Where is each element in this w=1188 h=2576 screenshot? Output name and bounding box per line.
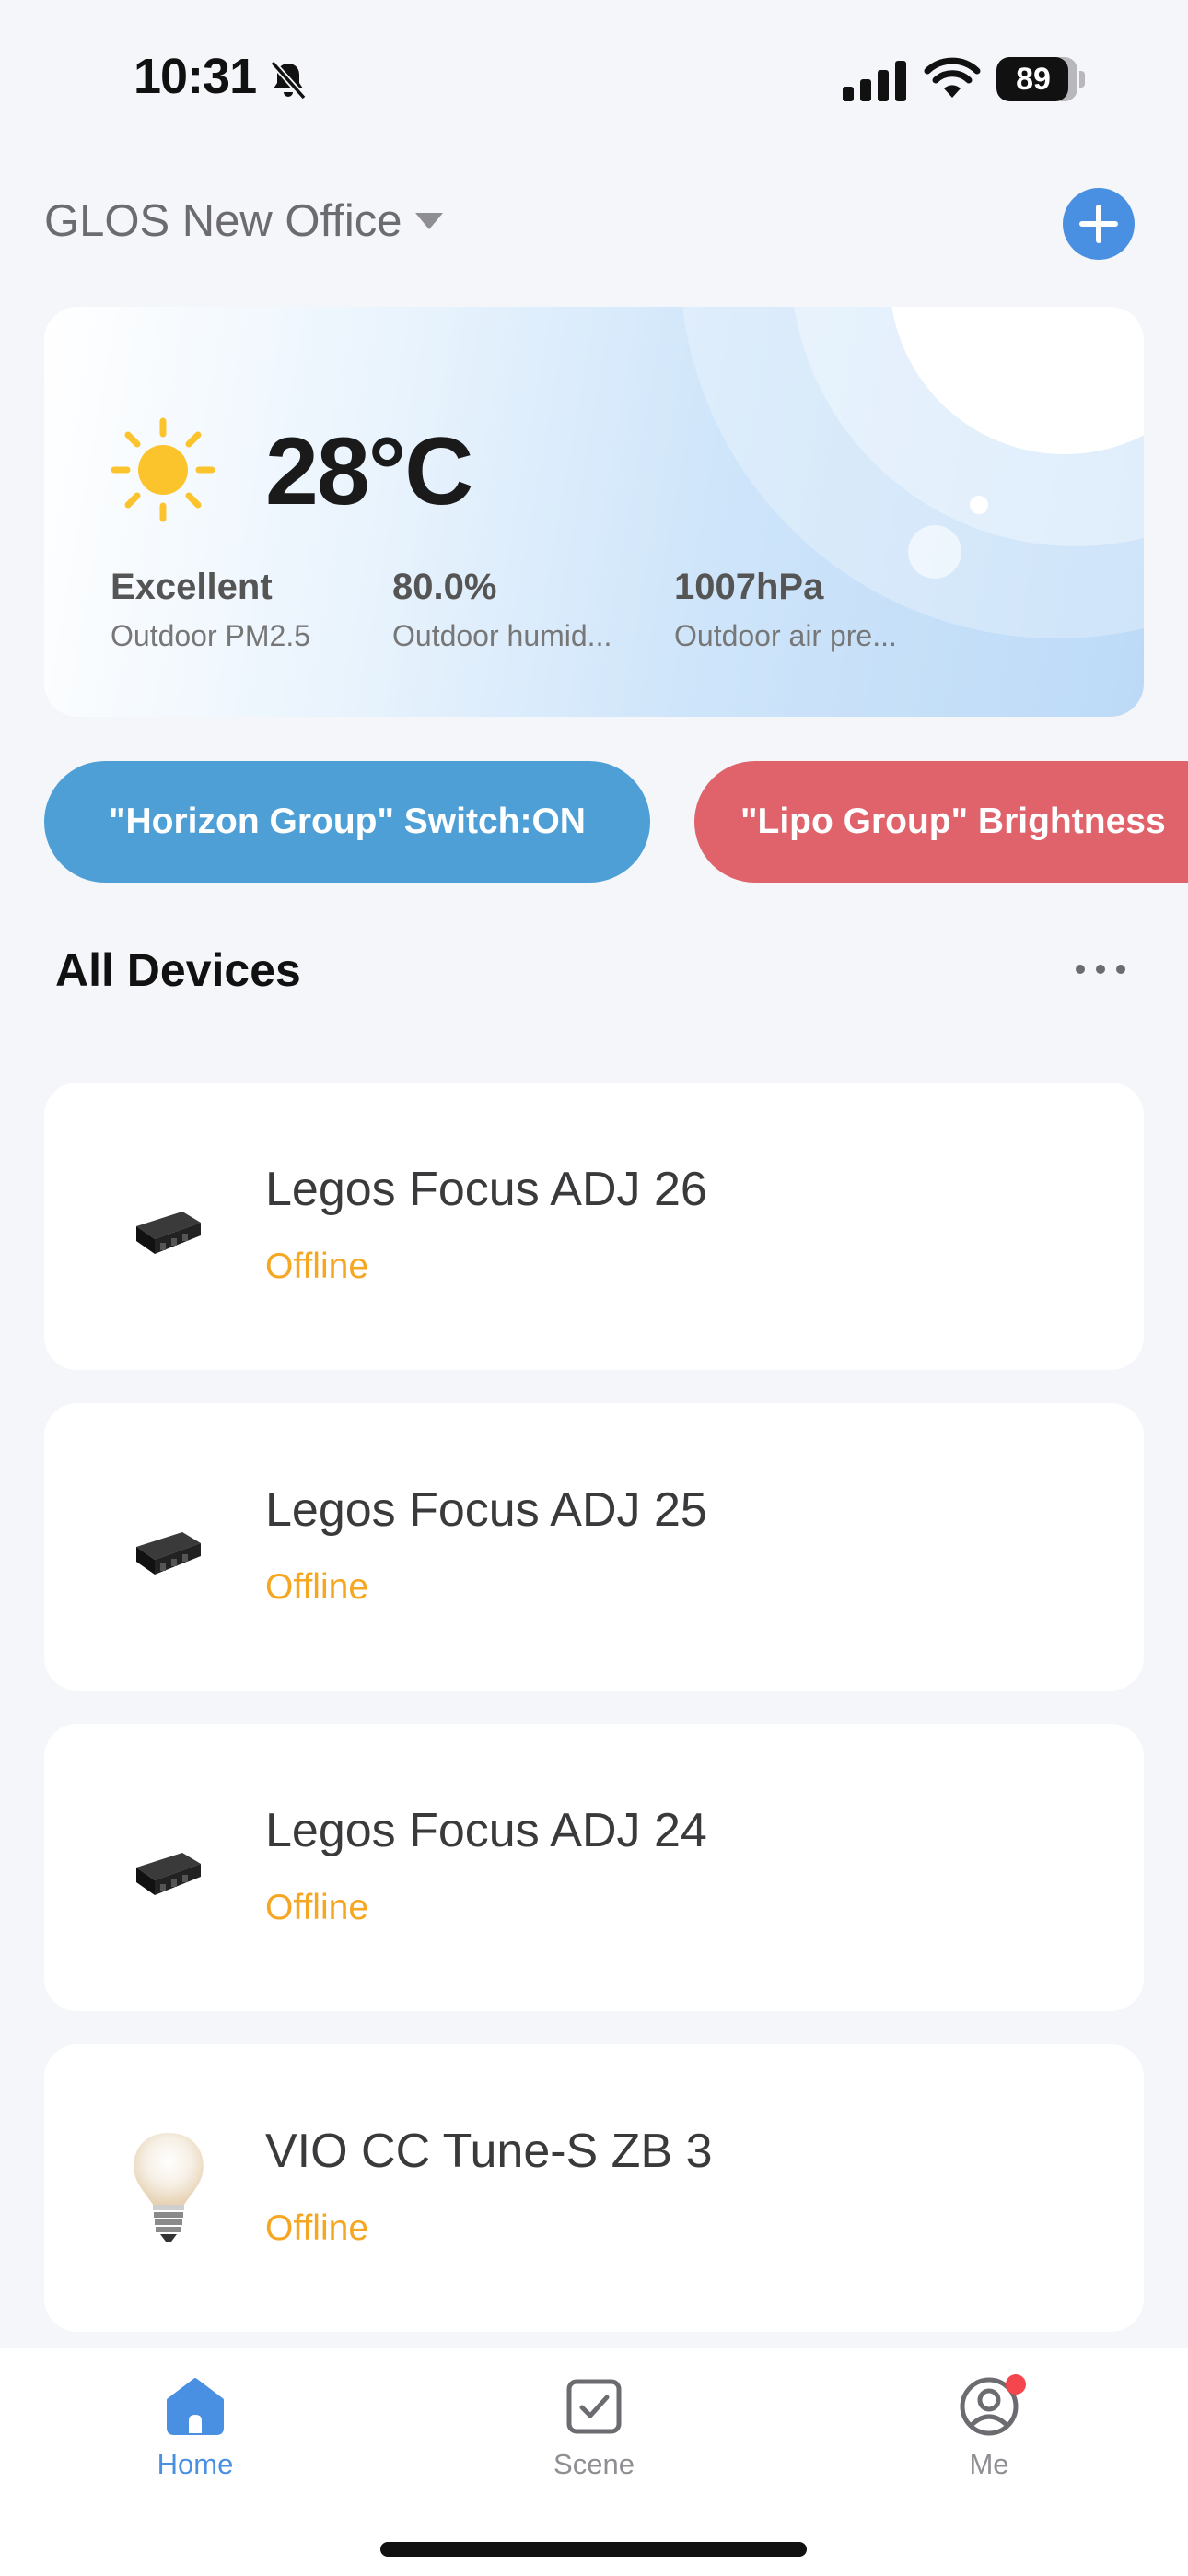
device-name: Legos Focus ADJ 26: [265, 1163, 707, 1216]
spotlight-icon: [136, 1212, 201, 1254]
status-bar: 10:31 89: [0, 0, 1188, 147]
home-selector[interactable]: GLOS New Office: [44, 195, 443, 247]
tab-label: Me: [969, 2448, 1009, 2480]
battery-indicator: 89: [996, 57, 1085, 101]
device-status: Offline: [265, 2208, 369, 2248]
device-status: Offline: [265, 1247, 369, 1286]
tab-label: Scene: [553, 2448, 635, 2480]
tab-home[interactable]: Home: [103, 2376, 287, 2481]
plus-icon: [1079, 205, 1118, 243]
device-status: Offline: [265, 1567, 369, 1607]
metric-label: Outdoor humid...: [392, 619, 612, 652]
sun-icon: [111, 417, 215, 522]
notification-badge-dot: [1006, 2374, 1026, 2395]
metric-value: 1007hPa: [674, 567, 824, 607]
bulb-icon: [134, 2133, 204, 2242]
more-options-icon[interactable]: [1073, 960, 1128, 978]
device-card[interactable]: Legos Focus ADJ 25 Offline: [44, 1403, 1144, 1691]
home-indicator: [380, 2542, 807, 2557]
device-card[interactable]: VIO CC Tune-S ZB 3 Offline: [44, 2044, 1144, 2332]
device-card[interactable]: Legos Focus ADJ 24 Offline: [44, 1724, 1144, 2011]
device-card[interactable]: Legos Focus ADJ 26 Offline: [44, 1083, 1144, 1370]
weather-decoration: [908, 525, 961, 579]
home-name: GLOS New Office: [44, 196, 402, 246]
caret-down-icon: [414, 213, 443, 229]
metric-air-pressure: 1007hPa Outdoor air pre...: [674, 567, 897, 653]
tab-scene[interactable]: Scene: [502, 2376, 686, 2481]
tab-label: Home: [157, 2448, 234, 2480]
home-icon: [167, 2378, 224, 2435]
metric-label: Outdoor air pre...: [674, 619, 897, 652]
battery-percentage: 89: [1016, 62, 1051, 97]
weather-card[interactable]: 28°C Excellent Outdoor PM2.5 80.0% Outdo…: [44, 307, 1144, 717]
scene-check-icon: [566, 2379, 622, 2434]
metric-value: Excellent: [111, 567, 273, 607]
device-status: Offline: [265, 1888, 369, 1927]
scene-chip-horizon-group[interactable]: "Horizon Group" Switch:ON: [44, 761, 650, 883]
spotlight-icon: [136, 1532, 201, 1575]
weather-decoration: [970, 496, 988, 514]
temperature: 28°C: [265, 418, 473, 525]
device-name: VIO CC Tune-S ZB 3: [265, 2125, 713, 2178]
metric-humidity: 80.0% Outdoor humid...: [392, 567, 611, 653]
cellular-signal-icon: [843, 61, 906, 101]
scene-chip-lipo-group[interactable]: "Lipo Group" Brightness: [694, 761, 1188, 883]
metric-label: Outdoor PM2.5: [111, 619, 310, 652]
wifi-icon: [924, 57, 981, 98]
device-name: Legos Focus ADJ 25: [265, 1483, 707, 1537]
tab-me[interactable]: Me: [897, 2374, 1081, 2481]
metric-value: 80.0%: [392, 567, 497, 607]
device-name: Legos Focus ADJ 24: [265, 1804, 707, 1857]
bell-muted-icon: [270, 60, 307, 100]
add-button[interactable]: [1063, 188, 1135, 260]
status-time: 10:31: [134, 49, 257, 104]
section-title-all-devices: All Devices: [55, 944, 301, 996]
spotlight-icon: [136, 1853, 201, 1895]
metric-pm25: Excellent Outdoor PM2.5: [111, 567, 310, 653]
